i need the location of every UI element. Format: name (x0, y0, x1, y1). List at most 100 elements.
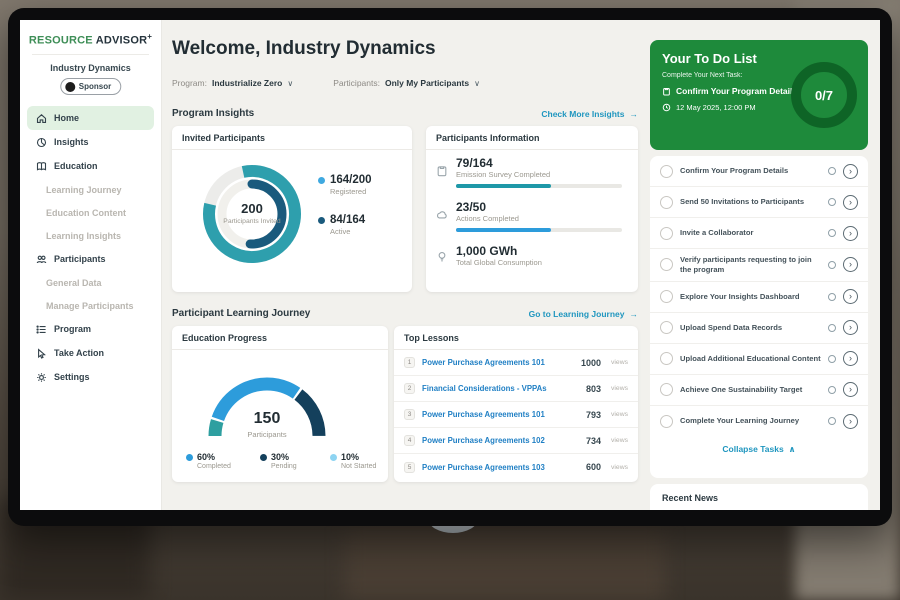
program-insights-header: Program Insights Check More Insights → (172, 108, 638, 119)
sidebar-item-learning-journey[interactable]: Learning Journey (20, 178, 161, 201)
program-filter-label: Program: (172, 78, 207, 88)
section-title-learning-journey: Participant Learning Journey (172, 308, 310, 319)
list-icon (36, 324, 47, 335)
task-checkbox[interactable] (660, 352, 673, 365)
sidebar-nav: Home Insights Education Learning Journey… (20, 106, 161, 389)
participants-information-card: Participants Information 79/164 Emission… (426, 126, 638, 292)
sidebar-item-settings[interactable]: Settings (20, 365, 161, 389)
task-row-upload-educational-content[interactable]: Upload Additional Educational Content › (650, 344, 868, 375)
lesson-link[interactable]: Power Purchase Agreements 103 (422, 463, 579, 472)
sidebar-item-program[interactable]: Program (20, 317, 161, 341)
task-checkbox[interactable] (660, 383, 673, 396)
lesson-views: 803 (586, 384, 601, 394)
todo-due-date-label: 12 May 2025, 12:00 PM (676, 103, 756, 112)
chevron-right-button[interactable]: › (843, 289, 858, 304)
lesson-link[interactable]: Power Purchase Agreements 101 (422, 358, 574, 367)
sidebar-item-home[interactable]: Home (27, 106, 154, 130)
chevron-right-button[interactable]: › (843, 164, 858, 179)
pending-pct: 30% (271, 452, 289, 462)
actions-completed-value: 23/50 (456, 200, 486, 214)
chevron-right-button[interactable]: › (843, 195, 858, 210)
task-checkbox[interactable] (660, 227, 673, 240)
chevron-right-button[interactable]: › (843, 351, 858, 366)
participants-filter[interactable]: Participants: Only My Participants ∨ (333, 78, 480, 88)
chevron-right-button[interactable]: › (843, 414, 858, 429)
task-row-achieve-target[interactable]: Achieve One Sustainability Target › (650, 375, 868, 406)
task-row-complete-learning-journey[interactable]: Complete Your Learning Journey › (650, 406, 868, 437)
insights-icon (36, 137, 47, 148)
sidebar-item-general-data[interactable]: General Data (20, 271, 161, 294)
task-row-verify-participants[interactable]: Verify participants requesting to join t… (650, 249, 868, 282)
sidebar-item-manage-participants[interactable]: Manage Participants (20, 294, 161, 317)
task-row-upload-spend-data[interactable]: Upload Spend Data Records › (650, 313, 868, 344)
monitor-bezel: RESOURCE ADVISOR+ Industry Dynamics Spon… (8, 8, 892, 526)
task-checkbox[interactable] (660, 321, 673, 334)
task-label: Explore Your Insights Dashboard (680, 292, 821, 302)
education-progress-title: Education Progress (172, 326, 388, 350)
legend-dot-active (318, 217, 325, 224)
sidebar-item-education[interactable]: Education (20, 154, 161, 178)
chevron-right-button[interactable]: › (843, 226, 858, 241)
task-checkbox[interactable] (660, 165, 673, 178)
check-more-insights-link[interactable]: Check More Insights → (541, 109, 638, 119)
task-row-send-invitations[interactable]: Send 50 Invitations to Participants › (650, 187, 868, 218)
sponsor-icon (65, 82, 75, 92)
task-label: Send 50 Invitations to Participants (680, 197, 821, 207)
filter-bar: Program: Industrialize Zero ∨ Participan… (172, 78, 480, 88)
lesson-views-suffix: views (611, 385, 628, 392)
go-to-learning-journey-link[interactable]: Go to Learning Journey → (529, 309, 638, 319)
lesson-link[interactable]: Financial Considerations - VPPAs (422, 384, 579, 393)
collapse-tasks-link[interactable]: Collapse Tasks ∧ (650, 437, 868, 462)
sidebar-item-label: Participants (54, 254, 106, 264)
task-row-invite-collaborator[interactable]: Invite a Collaborator › (650, 218, 868, 249)
lesson-views-suffix: views (611, 359, 628, 366)
sidebar-item-learning-insights[interactable]: Learning Insights (20, 224, 161, 247)
progress-total-caption: Participants (207, 430, 327, 439)
take-action-icon (36, 348, 47, 359)
sidebar-item-label: Program (54, 324, 91, 334)
chevron-right-button[interactable]: › (843, 382, 858, 397)
sponsor-badge[interactable]: Sponsor (60, 78, 121, 95)
task-checkbox[interactable] (660, 196, 673, 209)
sidebar-item-insights[interactable]: Insights (20, 130, 161, 154)
chevron-right-button[interactable]: › (843, 257, 858, 272)
sidebar-item-label: Learning Insights (46, 231, 121, 241)
lesson-views-suffix: views (611, 411, 628, 418)
task-row-explore-insights[interactable]: Explore Your Insights Dashboard › (650, 282, 868, 313)
sidebar-item-label: Home (54, 113, 79, 123)
chevron-right-button[interactable]: › (843, 320, 858, 335)
learning-journey-header: Participant Learning Journey Go to Learn… (172, 308, 638, 319)
task-checkbox[interactable] (660, 290, 673, 303)
lesson-link[interactable]: Power Purchase Agreements 102 (422, 436, 579, 445)
todo-summary-card: Your To Do List Complete Your Next Task:… (650, 40, 868, 150)
lesson-row: 1 Power Purchase Agreements 101 1000 vie… (394, 350, 638, 376)
chevron-down-icon: ∨ (287, 79, 293, 88)
actions-completed-progress-fill (456, 228, 551, 232)
program-filter-value: Industrialize Zero (212, 78, 282, 88)
screen: RESOURCE ADVISOR+ Industry Dynamics Spon… (20, 20, 880, 510)
actions-completed-label: Actions Completed (456, 214, 519, 223)
program-filter[interactable]: Program: Industrialize Zero ∨ (172, 78, 293, 88)
sidebar-item-education-content[interactable]: Education Content (20, 201, 161, 224)
lesson-row: 2 Financial Considerations - VPPAs 803 v… (394, 376, 638, 402)
logo-plus: + (147, 32, 152, 41)
go-to-learning-journey-label: Go to Learning Journey (529, 309, 625, 319)
sidebar-item-participants[interactable]: Participants (20, 247, 161, 271)
survey-icon (436, 164, 448, 176)
progress-total: 150 (207, 410, 327, 428)
divider (32, 54, 149, 55)
todo-task-list-card: Confirm Your Program Details › Send 50 I… (650, 156, 868, 478)
lesson-link[interactable]: Power Purchase Agreements 101 (422, 410, 579, 419)
gear-icon (36, 372, 47, 383)
task-checkbox[interactable] (660, 258, 673, 271)
lesson-views: 734 (586, 436, 601, 446)
sidebar-item-label: Education Content (46, 208, 126, 218)
sidebar-item-take-action[interactable]: Take Action (20, 341, 161, 365)
task-checkbox[interactable] (660, 415, 673, 428)
task-label: Upload Additional Educational Content (680, 354, 821, 364)
gauge-center-label: 150 Participants (207, 410, 327, 439)
task-row-confirm-program[interactable]: Confirm Your Program Details › (650, 156, 868, 187)
task-label: Invite a Collaborator (680, 228, 821, 238)
logo-part-advisor: ADVISOR (96, 35, 148, 47)
todo-next-task: Confirm Your Program Details (662, 86, 802, 96)
